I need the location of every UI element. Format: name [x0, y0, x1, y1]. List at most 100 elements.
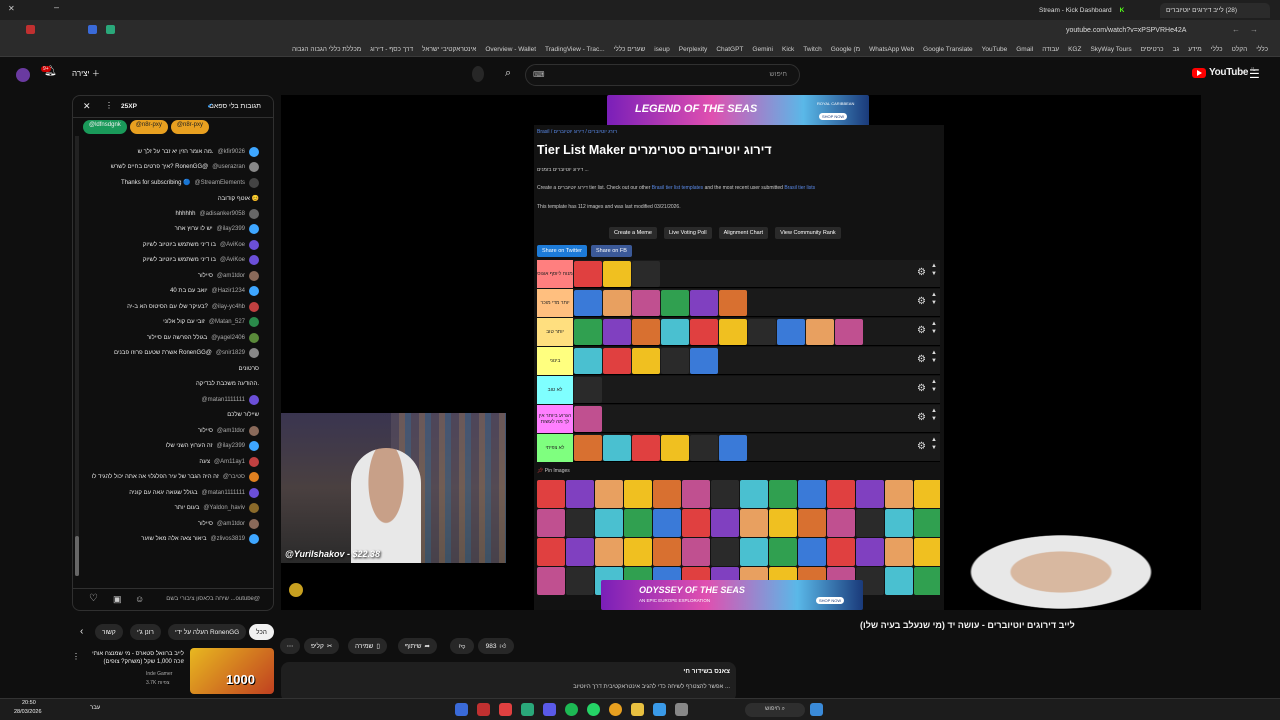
pool-image[interactable] [682, 509, 710, 537]
tier-label[interactable]: לא צפיתי [537, 434, 573, 462]
extension-icon[interactable] [106, 25, 115, 34]
tier-label[interactable]: הגרוע ביותר אין לך מה לעשות [537, 405, 573, 433]
create-meme-button[interactable]: Create a Meme [609, 227, 657, 239]
chrome-icon[interactable] [609, 703, 622, 716]
tier-item-image[interactable] [632, 348, 660, 374]
avatar[interactable] [249, 317, 259, 328]
tab-youtube-live[interactable]: (28) לייב דירוגים יוטיוברים [1160, 3, 1270, 18]
chat-message[interactable]: בגולל הפרשה עם סיילור @yagel2406 [73, 330, 265, 346]
pool-image[interactable] [769, 480, 797, 508]
pool-image[interactable] [711, 538, 739, 566]
breadcrumb[interactable]: Brasil / רזרג יוטיוברים / דירוג יוטיוברי… [537, 129, 617, 135]
gear-icon[interactable]: ⚙ [917, 383, 926, 394]
bookmark-item[interactable]: Gemini [752, 46, 773, 53]
pool-image[interactable] [595, 480, 623, 508]
clip-button[interactable]: קליפ ✂ [304, 638, 340, 654]
reorder-arrows-icon[interactable]: ▲ ▼ [931, 349, 937, 365]
chat-message[interactable]: יואב עם בת 40 @Hazir1234 [73, 284, 265, 300]
tier-item-image[interactable] [603, 290, 631, 316]
pool-image[interactable] [653, 480, 681, 508]
chat-message[interactable]: בגולל שגואה יגאה עם קוניה @matan1111111 [73, 485, 265, 501]
emoji-icon[interactable]: ☺ [135, 594, 144, 604]
reorder-arrows-icon[interactable]: ▲ ▼ [931, 407, 937, 423]
tier-item-image[interactable] [777, 319, 805, 345]
chat-username[interactable]: @ilay2399 [217, 226, 245, 232]
bookmark-item[interactable]: הקלט [1232, 46, 1248, 53]
chat-message[interactable]: אוטף קודובה 😊 [73, 191, 265, 207]
tier-item-image[interactable] [690, 290, 718, 316]
alignment-chart-button[interactable]: Alignment Chart [718, 227, 769, 239]
tier-label[interactable]: מנוח ליוסף אוגוס [537, 260, 573, 288]
avatar[interactable] [249, 518, 259, 529]
chat-input[interactable]: שיחה בלאסון ציבורי בשם ...outube@ [135, 596, 260, 602]
bookmark-item[interactable]: Kick [782, 46, 794, 53]
tier-item-image[interactable] [719, 435, 747, 461]
tier-item-image[interactable] [806, 319, 834, 345]
chat-message[interactable]: סיילור @am1tdor [73, 268, 265, 284]
pool-image[interactable] [798, 538, 826, 566]
chat-username[interactable]: @am1tdor [217, 273, 245, 279]
chat-message[interactable]: זה היה הגבר של עיר הפלגלוי אה אתה יכול ל… [73, 470, 265, 486]
spotify-icon[interactable] [565, 703, 578, 716]
avatar[interactable] [249, 146, 259, 157]
chat-username[interactable]: @סטיבר [223, 474, 245, 480]
tier-item-image[interactable] [603, 348, 631, 374]
chip-related[interactable]: רונן ג'י [130, 624, 161, 640]
bookmark-item[interactable]: YouTube [982, 46, 1008, 53]
chat-username[interactable]: @Yaldon_haviv [203, 505, 245, 511]
more-icon[interactable]: ⋮ [72, 652, 80, 661]
chat-username[interactable]: @StreamElements [195, 180, 245, 186]
chat-username[interactable]: @ilay-yc4hb [212, 304, 245, 310]
bookmark-item[interactable]: אינטראקטיבי ישראל [422, 46, 476, 53]
pool-image[interactable] [769, 509, 797, 537]
chat-title[interactable]: תגובות בלי ספאם [209, 103, 261, 110]
pinned-chip[interactable]: @ldfnsdgnk [83, 120, 127, 134]
tier-item-image[interactable] [603, 319, 631, 345]
avatar[interactable] [249, 286, 259, 297]
chat-username[interactable]: @Am11ay1 [214, 459, 245, 465]
forward-icon[interactable]: ← [1232, 25, 1240, 34]
pool-image[interactable] [566, 509, 594, 537]
save-button[interactable]: שמירה ▯ [348, 638, 387, 654]
chat-username[interactable]: @Hazir1234 [212, 288, 245, 294]
chat-message[interactable]: מה אומר הזין יא זבר על זלך ש. @kfir9026 [73, 144, 265, 160]
tier-item-image[interactable] [603, 261, 631, 287]
reorder-arrows-icon[interactable]: ▲ ▼ [931, 378, 937, 394]
gear-icon[interactable]: ⚙ [917, 267, 926, 278]
avatar[interactable] [249, 456, 259, 467]
bookmark-item[interactable]: Google Translate [923, 46, 973, 53]
pool-image[interactable] [827, 480, 855, 508]
avatar[interactable] [249, 255, 259, 266]
chat-username[interactable]: @adisanker9058 [200, 211, 245, 217]
chat-message[interactable]: בו דיני משתמש ביוטיוב לשיוק @AviKoe [73, 237, 265, 253]
bookmark-item[interactable]: iseup [654, 46, 670, 53]
tier-item-image[interactable] [835, 319, 863, 345]
tier-item-image[interactable] [632, 261, 660, 287]
pool-image[interactable] [566, 480, 594, 508]
pool-image[interactable] [885, 480, 913, 508]
bookmark-item[interactable]: שערים כללי [614, 46, 646, 53]
gift-icon[interactable]: ▣ [113, 594, 122, 605]
avatar[interactable] [249, 239, 259, 250]
pool-image[interactable] [798, 480, 826, 508]
pinned-chip[interactable]: @n8r-pxy [170, 120, 209, 134]
pool-image[interactable] [740, 480, 768, 508]
app-icon[interactable] [455, 703, 468, 716]
bookmark-item[interactable]: TradingView - Trac... [545, 46, 605, 53]
chat-username[interactable]: @am1tdor [217, 428, 245, 434]
recommended-video[interactable]: ⋮ לייב ברוואל סטארס - מי שמנצח אותי זוכה… [70, 648, 275, 694]
desc-link[interactable]: Brasil tier lists [784, 185, 815, 191]
chat-username[interactable]: @ilay2399 [217, 443, 245, 449]
avatar[interactable] [249, 534, 259, 545]
avatar[interactable] [249, 348, 259, 359]
tier-item-image[interactable] [574, 319, 602, 345]
chat-message[interactable]: ביאור צאה אלה מאל שוער @zlivos3819 [73, 532, 265, 548]
pool-image[interactable] [740, 538, 768, 566]
like-button[interactable]: 983 👍︎ [478, 638, 514, 654]
tier-label[interactable]: יותר מדי מוכר [537, 289, 573, 317]
bookmark-item[interactable]: מידע [1188, 46, 1202, 53]
pool-image[interactable] [711, 509, 739, 537]
chat-message[interactable]: זה הערוץ השני שלו @ilay2399 [73, 439, 265, 455]
avatar[interactable] [249, 177, 259, 188]
avatar[interactable] [16, 68, 30, 82]
